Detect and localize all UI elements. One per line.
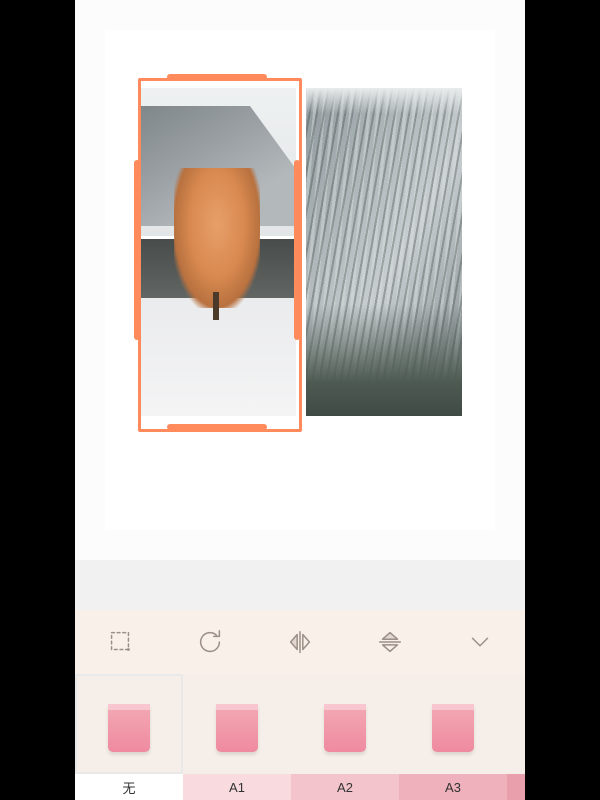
transform-toolbar [75,610,525,674]
filter-thumb [291,674,399,774]
cup-icon [432,704,474,752]
filter-label: 无 [75,774,183,800]
crop-button[interactable] [90,618,150,666]
collapse-button[interactable] [450,618,510,666]
crop-icon [105,627,135,657]
editor-screen: 无 A1 A2 A3 [75,0,525,800]
cup-icon [324,704,366,752]
resize-handle-top[interactable] [167,74,267,80]
resize-handle-right[interactable] [294,160,300,340]
filter-label: A1 [183,774,291,800]
resize-handle-left[interactable] [134,160,140,340]
filter-item-next[interactable] [507,674,525,800]
filter-item-a2[interactable]: A2 [291,674,399,800]
filter-thumb [75,674,183,774]
cup-icon [216,704,258,752]
rotate-button[interactable] [180,618,240,666]
flip-horizontal-icon [285,627,315,657]
filter-label [507,774,525,800]
filter-item-a1[interactable]: A1 [183,674,291,800]
chevron-down-icon [465,627,495,657]
filter-thumb [507,674,525,774]
selection-border[interactable] [138,78,302,432]
flip-horizontal-button[interactable] [270,618,330,666]
filter-thumb [399,674,507,774]
cup-icon [108,704,150,752]
flip-vertical-icon [375,627,405,657]
flip-vertical-button[interactable] [360,618,420,666]
rotate-icon [195,627,225,657]
filter-strip[interactable]: 无 A1 A2 A3 [75,674,525,800]
collage-canvas[interactable] [105,30,495,530]
collage-frame-2[interactable] [306,88,462,416]
filter-item-a3[interactable]: A3 [399,674,507,800]
spacer [75,560,525,610]
filter-thumb [183,674,291,774]
filter-item-none[interactable]: 无 [75,674,183,800]
canvas-area [75,0,525,560]
filter-label: A2 [291,774,399,800]
filter-label: A3 [399,774,507,800]
resize-handle-bottom[interactable] [167,424,267,430]
